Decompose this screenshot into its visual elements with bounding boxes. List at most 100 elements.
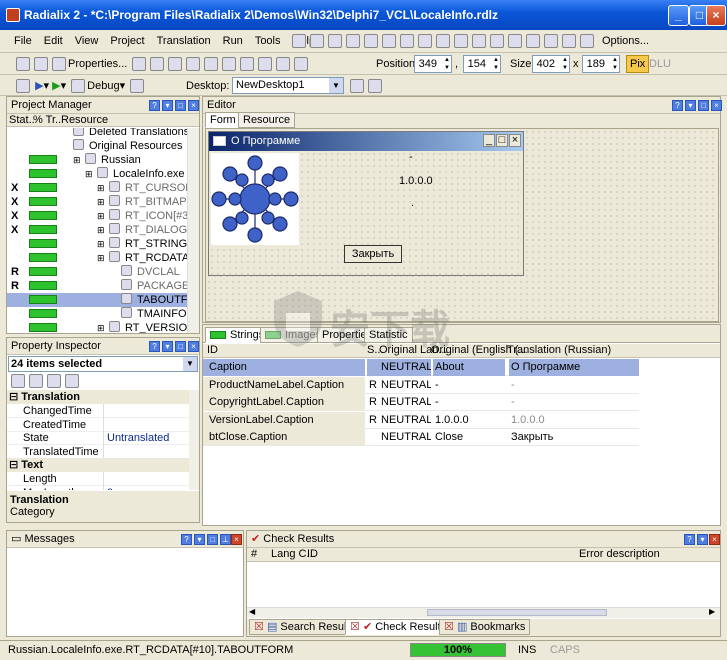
- menu-project[interactable]: Project: [104, 30, 150, 52]
- form-titlebar[interactable]: О Программе _ □ ×: [209, 132, 523, 151]
- collapse-icon[interactable]: ⊟: [9, 459, 21, 471]
- tree-row[interactable]: ⊞ LocaleInfo.exe (local: [7, 167, 187, 181]
- close-button[interactable]: ×: [706, 5, 726, 26]
- tree-row[interactable]: ⊞ Russian: [7, 153, 187, 167]
- layout2-icon[interactable]: [34, 57, 48, 72]
- selection-select[interactable]: 24 items selected ▼: [8, 356, 198, 372]
- expand-toggle-icon[interactable]: ⊞: [97, 251, 105, 265]
- column-status[interactable]: Stat..: [9, 114, 35, 126]
- menu-tools[interactable]: Tools: [249, 30, 287, 52]
- table-cell-s[interactable]: R: [367, 377, 379, 394]
- table-cell-s[interactable]: R: [367, 394, 379, 411]
- table-cell-orig[interactable]: Close: [433, 429, 505, 446]
- close-icon[interactable]: ×: [709, 534, 720, 545]
- tree-row[interactable]: R PACKAGEINI: [7, 279, 187, 293]
- layout-icon[interactable]: [16, 57, 30, 72]
- property-row[interactable]: TranslatedTime: [7, 444, 189, 459]
- align-right-icon[interactable]: [150, 57, 164, 72]
- back-icon[interactable]: [526, 34, 540, 49]
- scroll-left-icon[interactable]: ◀: [249, 607, 255, 616]
- property-group[interactable]: ⊟ Translation: [7, 390, 189, 404]
- column-translated[interactable]: % Tr..: [33, 114, 61, 126]
- property-scrollbar[interactable]: [189, 390, 199, 490]
- size-icon[interactable]: [276, 57, 290, 72]
- categorized-icon[interactable]: [11, 374, 25, 388]
- align-bottom-icon[interactable]: [186, 57, 200, 72]
- table-row[interactable]: btClose.Caption NEUTRAL Close Закрыть: [203, 429, 639, 446]
- size-width-input[interactable]: 402: [532, 55, 570, 73]
- table-cell-id[interactable]: VersionLabel.Caption: [203, 411, 365, 429]
- check-results-scrollbar[interactable]: ◀ ▶: [247, 607, 720, 618]
- tree-row[interactable]: TABOUTFOR: [7, 293, 187, 307]
- expand-toggle-icon[interactable]: ⊞: [97, 209, 105, 223]
- menu-translation[interactable]: Translation: [151, 30, 217, 52]
- center-v-icon[interactable]: [222, 57, 236, 72]
- dock-icon[interactable]: ▾: [162, 100, 173, 111]
- table-cell-lang[interactable]: NEUTRAL: [379, 377, 431, 394]
- tree-row[interactable]: X ⊞ RT_BITMAP[#2]: [7, 195, 187, 209]
- property-row[interactable]: MaxLength 0: [7, 485, 189, 491]
- property-value[interactable]: Untranslated: [107, 431, 169, 445]
- paste-icon[interactable]: [436, 34, 450, 49]
- check-results-close-icon[interactable]: ☒: [350, 621, 360, 633]
- table-cell-s[interactable]: [367, 359, 379, 376]
- table-row[interactable]: VersionLabel.Caption R NEUTRAL 1.0.0.0 1.0.0…: [203, 411, 639, 429]
- print-icon[interactable]: [364, 34, 378, 49]
- tree-row[interactable]: X ⊞ RT_CURSOR[#1: [7, 181, 187, 195]
- new-icon[interactable]: [292, 34, 306, 49]
- expand-toggle-icon[interactable]: ⊞: [85, 167, 93, 181]
- close-icon[interactable]: ×: [188, 341, 199, 352]
- space-v-icon[interactable]: [258, 57, 272, 72]
- pix-toggle[interactable]: Pix: [626, 55, 650, 73]
- menu-run[interactable]: Run: [217, 30, 249, 52]
- table-cell-trans[interactable]: О Программе: [509, 359, 639, 376]
- collapse-icon[interactable]: [65, 374, 79, 388]
- table-cell-orig[interactable]: About: [433, 359, 505, 376]
- check-icon[interactable]: [562, 34, 576, 49]
- tab-form[interactable]: Form: [205, 112, 241, 128]
- form-minimize-button[interactable]: _: [483, 134, 495, 147]
- tab-statistic[interactable]: Statistic: [364, 327, 413, 343]
- tree-row[interactable]: TMAINFORM: [7, 307, 187, 321]
- tree-row[interactable]: ⊞ RT_RCDATA[#1: [7, 251, 187, 265]
- property-value[interactable]: 0: [107, 486, 113, 491]
- expand-toggle-icon[interactable]: ⊞: [97, 237, 105, 251]
- sort-az-icon[interactable]: [29, 374, 43, 388]
- tree-row[interactable]: ⊞ RT_STRING[#6]: [7, 237, 187, 251]
- table-cell-trans[interactable]: -: [509, 394, 639, 411]
- forward-icon[interactable]: [544, 34, 558, 49]
- pin-icon[interactable]: ⊥: [220, 534, 231, 545]
- run-icon[interactable]: ▶: [35, 80, 43, 92]
- table-cell-orig[interactable]: -: [433, 377, 505, 394]
- desktop-load-icon[interactable]: [368, 79, 382, 94]
- column-error[interactable]: Error description: [579, 548, 660, 561]
- close-icon[interactable]: ×: [231, 534, 242, 545]
- options-button[interactable]: Options...: [596, 30, 655, 52]
- search-results-close-icon[interactable]: ☒: [254, 621, 264, 633]
- filter-icon[interactable]: [508, 34, 522, 49]
- project-scrollbar[interactable]: [187, 128, 199, 333]
- expand-toggle-icon[interactable]: ⊞: [97, 195, 105, 209]
- table-cell-trans[interactable]: 1.0.0.0: [509, 412, 639, 429]
- restore-icon[interactable]: □: [175, 341, 186, 352]
- tab-resource[interactable]: Resource: [238, 112, 296, 128]
- save-icon[interactable]: [328, 34, 342, 49]
- restore-icon[interactable]: □: [698, 100, 709, 111]
- table-row[interactable]: CopyrightLabel.Caption R NEUTRAL - -: [203, 394, 639, 411]
- run-green-icon[interactable]: ▶: [52, 80, 60, 92]
- open-icon[interactable]: [310, 34, 324, 49]
- product-name-label[interactable]: -: [409, 151, 413, 163]
- form-close-button[interactable]: ×: [509, 134, 521, 147]
- close-form-button[interactable]: Закрыть: [344, 245, 402, 263]
- dock-icon[interactable]: ▾: [697, 534, 708, 545]
- version-label[interactable]: 1.0.0.0: [399, 175, 433, 187]
- restore-icon[interactable]: □: [207, 534, 218, 545]
- build-icon[interactable]: [16, 79, 30, 94]
- form-designer[interactable]: О Программе _ □ × - 1.0.0.0 . Закрыть: [205, 128, 719, 322]
- expand-toggle-icon[interactable]: ⊞: [97, 223, 105, 237]
- position-x-input[interactable]: 349: [414, 55, 452, 73]
- table-cell-lang[interactable]: NEUTRAL: [379, 429, 431, 446]
- expand-icon[interactable]: [47, 374, 61, 388]
- table-cell-trans[interactable]: Закрыть: [509, 429, 639, 446]
- table-cell-orig[interactable]: -: [433, 394, 505, 411]
